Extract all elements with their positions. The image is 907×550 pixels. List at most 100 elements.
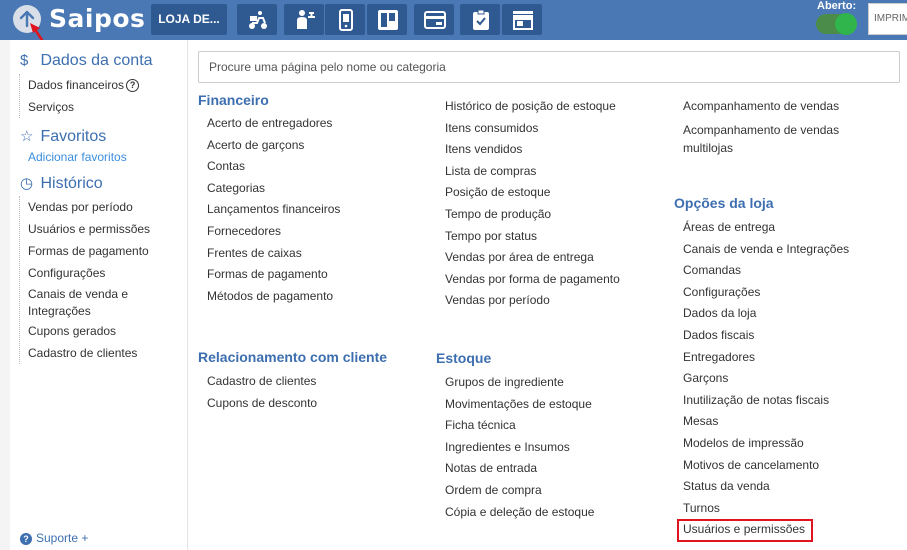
menu-item[interactable]: Lançamentos financeiros [207, 199, 340, 221]
clipboard-check-icon [473, 9, 489, 30]
store-selector-button[interactable]: LOJA DE... [151, 4, 227, 35]
phone-order-button[interactable] [325, 4, 365, 35]
sidebar-section-favorites[interactable]: ☆ Favoritos [20, 127, 106, 146]
support-link[interactable]: ? Suporte + [20, 531, 88, 545]
help-icon[interactable]: ? [126, 79, 140, 92]
menu-item[interactable]: Entregadores [683, 347, 849, 369]
menu-item[interactable]: Dados da loja [683, 303, 849, 325]
menu-item[interactable]: Fornecedores [207, 221, 340, 243]
sidebar-section-title: Dados da conta [40, 52, 153, 69]
category-title-relacionamento: Relacionamento com cliente [198, 349, 388, 365]
menu-item[interactable]: Canais de venda e Integrações [683, 239, 849, 261]
menu-item[interactable]: Garçons [683, 368, 849, 390]
menu-item[interactable]: Modelos de impressão [683, 433, 849, 455]
menu-item[interactable]: Acompanhamento de vendas multilojas [683, 118, 873, 158]
menu-item[interactable]: Turnos [683, 498, 849, 520]
history-item[interactable]: Configurações [28, 262, 150, 284]
add-favorites-link[interactable]: Adicionar favoritos [28, 150, 127, 164]
menu-item[interactable]: Categorias [207, 178, 340, 200]
sidebar-item-label: Dados financeiros [28, 78, 125, 92]
history-item[interactable]: Formas de pagamento [28, 240, 150, 262]
relatorios-list: Histórico de posição de estoque Itens co… [445, 96, 620, 312]
history-item[interactable]: Cadastro de clientes [28, 342, 150, 364]
menu-item[interactable]: Dados fiscais [683, 325, 849, 347]
menu-item[interactable]: Acompanhamento de vendas [683, 96, 873, 118]
sidebar: $ Dados da conta Dados financeiros? Serv… [10, 40, 188, 550]
top-bar: Saipos LOJA DE... Aberto: IMPRIM [0, 0, 907, 50]
category-title-opcoes: Opções da loja [674, 195, 774, 211]
menu-item[interactable]: Tempo de produção [445, 204, 620, 226]
menu-item[interactable]: Posição de estoque [445, 182, 620, 204]
delivery-button[interactable] [237, 4, 277, 35]
menu-item[interactable]: Itens vendidos [445, 139, 620, 161]
help-circle-icon: ? [20, 533, 32, 545]
menu-item[interactable]: Vendas por forma de pagamento [445, 269, 620, 291]
history-item[interactable]: Usuários e permissões [28, 218, 150, 240]
menu-item[interactable]: Ingredientes e Insumos [445, 437, 594, 459]
menu-item[interactable]: Áreas de entrega [683, 217, 849, 239]
support-label: Suporte [36, 531, 79, 545]
menu-item[interactable]: Status da venda [683, 476, 849, 498]
menu-item[interactable]: Inutilização de notas fiscais [683, 390, 849, 412]
sidebar-section-history[interactable]: ◷ Histórico [20, 174, 103, 193]
toggle-knob [835, 13, 857, 35]
menu-item[interactable]: Movimentações de estoque [445, 394, 594, 416]
sidebar-item-financial-data[interactable]: Dados financeiros? [28, 74, 140, 96]
sidebar-item-services[interactable]: Serviços [28, 96, 139, 118]
sidebar-section-title: Favoritos [40, 128, 107, 145]
menu-item[interactable]: Métodos de pagamento [207, 286, 340, 308]
waiter-icon [297, 10, 315, 29]
menu-item[interactable]: Lista de compras [445, 161, 620, 183]
financeiro-list: Acerto de entregadores Acerto de garçons… [207, 113, 340, 307]
menu-item[interactable]: Acerto de entregadores [207, 113, 340, 135]
storefront-icon [513, 11, 533, 30]
delivery-scooter-icon [249, 11, 267, 29]
menu-item[interactable]: Vendas por período [445, 290, 620, 312]
history-item[interactable]: Canais de venda e Integrações [28, 284, 148, 320]
history-item[interactable]: Cupons gerados [28, 320, 150, 342]
category-title-financeiro: Financeiro [198, 92, 269, 108]
menu-item[interactable]: Mesas [683, 411, 849, 433]
history-list: Vendas por período Usuários e permissões… [19, 196, 150, 364]
star-icon: ☆ [20, 128, 34, 145]
card-reader-button[interactable] [414, 4, 454, 35]
menu-item[interactable]: Cupons de desconto [207, 393, 317, 415]
category-title-estoque: Estoque [436, 350, 492, 366]
store-open-toggle[interactable] [816, 13, 857, 35]
store-status-label: Aberto: [817, 0, 857, 12]
menu-item[interactable]: Motivos de cancelamento [683, 455, 849, 477]
menu-item[interactable]: Itens consumidos [445, 118, 620, 140]
kanban-button[interactable] [367, 4, 407, 35]
menu-item[interactable]: Acerto de garçons [207, 135, 340, 157]
kanban-board-icon [378, 10, 398, 30]
history-item[interactable]: Vendas por período [28, 196, 150, 218]
checklist-button[interactable] [460, 4, 500, 35]
storefront-button[interactable] [502, 4, 542, 35]
print-selector[interactable]: IMPRIM [868, 3, 907, 35]
brand-logo: Saipos [49, 4, 146, 33]
menu-item[interactable]: Grupos de ingrediente [445, 372, 594, 394]
menu-item[interactable]: Vendas por área de entrega [445, 247, 620, 269]
menu-item[interactable]: Formas de pagamento [207, 264, 340, 286]
clock-icon: ◷ [20, 175, 34, 192]
sidebar-section-account[interactable]: $ Dados da conta [20, 52, 153, 70]
menu-item[interactable]: Frentes de caixas [207, 243, 340, 265]
plus-icon: + [81, 531, 89, 545]
menu-item[interactable]: Configurações [683, 282, 849, 304]
menu-item[interactable]: Ordem de compra [445, 480, 594, 502]
dollar-icon: $ [20, 52, 29, 69]
menu-item[interactable]: Tempo por status [445, 226, 620, 248]
menu-item[interactable]: Ficha técnica [445, 415, 594, 437]
highlight-box [677, 519, 813, 542]
opcoes-list: Áreas de entrega Canais de venda e Integ… [683, 217, 849, 541]
sidebar-section-title: Histórico [40, 175, 103, 192]
menu-item[interactable]: Notas de entrada [445, 458, 594, 480]
waiter-button[interactable] [284, 4, 324, 35]
menu-item[interactable]: Comandas [683, 260, 849, 282]
menu-item[interactable]: Cópia e deleção de estoque [445, 502, 594, 524]
menu-item[interactable]: Histórico de posição de estoque [445, 96, 620, 118]
relatorios-right-list: Acompanhamento de vendas Acompanhamento … [683, 96, 873, 158]
menu-item[interactable]: Contas [207, 156, 340, 178]
menu-item[interactable]: Cadastro de clientes [207, 371, 317, 393]
page-search-input[interactable] [198, 51, 900, 83]
